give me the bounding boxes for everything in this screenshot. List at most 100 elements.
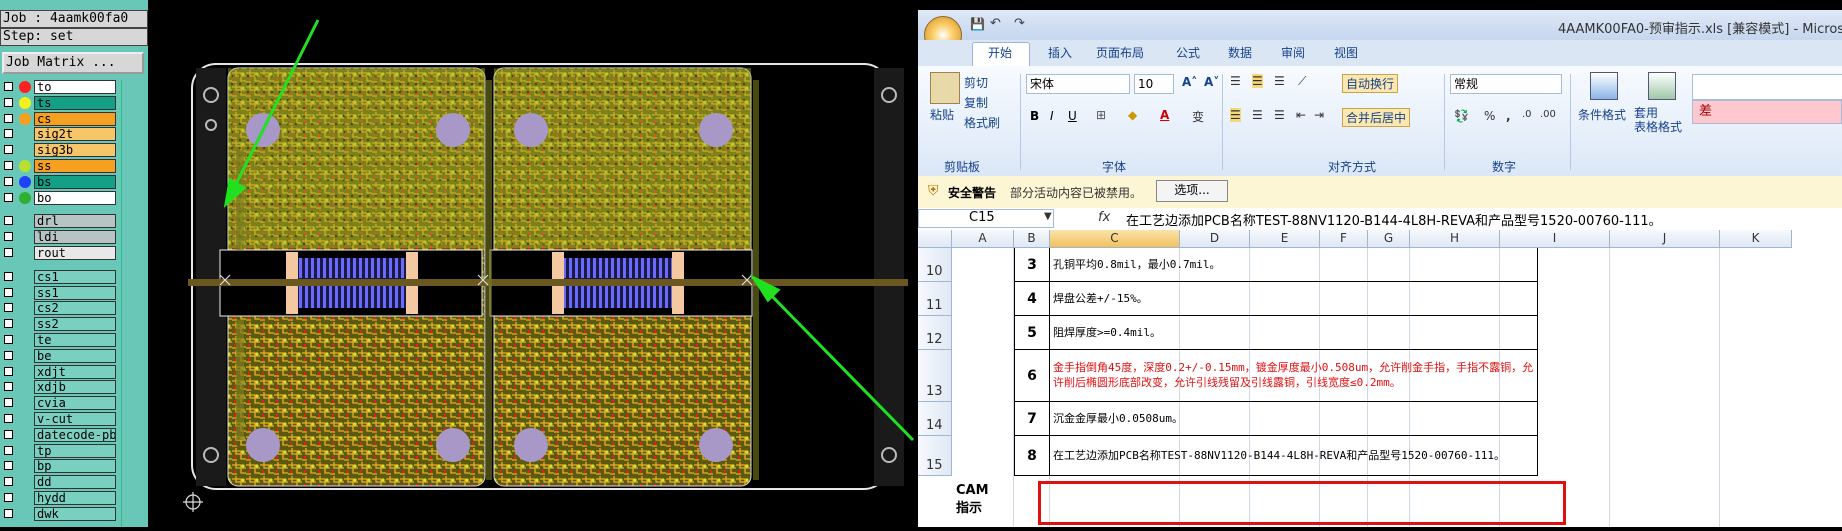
indent-decrease-icon[interactable]: ⇤ [1296,108,1306,122]
layer-checkbox[interactable] [4,508,13,518]
pcb-graphic-canvas[interactable] [148,0,918,527]
align-left-icon[interactable]: ☰ [1230,108,1241,122]
layer-row-ss1[interactable]: ss1 [0,285,118,301]
layer-row-bo[interactable]: bo [0,190,118,206]
instruction-text-cell[interactable]: 在工艺边添加PCB名称TEST-88NV1120-B144-4L8H-REVA和… [1050,436,1538,476]
layer-checkbox[interactable] [4,350,13,360]
layer-row-datecode-pbe[interactable]: datecode-pbe [0,427,118,443]
layer-row-dwk[interactable]: dwk [0,506,118,522]
item-number-cell[interactable]: 3 [1014,248,1050,282]
cell-style-bad[interactable]: 差 [1692,100,1842,124]
column-header-H[interactable]: H [1410,230,1500,248]
cell-style-normal[interactable] [1692,74,1842,100]
layer-checkbox[interactable] [4,319,13,329]
paste-button[interactable]: 粘贴 [930,106,954,123]
font-size-select[interactable]: 10 [1134,74,1174,94]
layer-checkbox[interactable] [4,493,13,502]
select-all-corner[interactable] [918,230,952,248]
layer-row-dd[interactable]: dd [0,475,118,490]
layer-row-xdjt[interactable]: xdjt [0,364,118,380]
layer-row-cs1[interactable]: cs1 [0,269,118,285]
italic-icon[interactable]: I [1050,109,1054,123]
align-center-icon[interactable]: ☰ [1252,108,1263,122]
tab-home[interactable]: 开始 [988,44,1012,61]
layer-row-rout[interactable]: rout [0,246,118,261]
format-painter-button[interactable]: 格式刷 [964,114,1000,131]
row-header[interactable]: 13 [918,350,952,402]
job-matrix-button[interactable]: Job Matrix ... [2,52,144,74]
tab-formulas[interactable]: 公式 [1176,44,1200,61]
conditional-format-icon[interactable] [1590,72,1618,100]
indent-increase-icon[interactable]: ⇥ [1314,108,1324,122]
align-top-icon[interactable]: ☰ [1230,74,1241,88]
format-as-table-icon[interactable] [1648,72,1676,100]
layer-row-tp[interactable]: tp [0,443,118,459]
align-right-icon[interactable]: ☰ [1274,108,1285,122]
conditional-format-button[interactable]: 条件格式 [1578,106,1626,123]
item-number-cell[interactable]: 5 [1014,316,1050,350]
layer-checkbox[interactable] [4,461,13,471]
font-color-icon[interactable]: A [1160,108,1169,122]
layer-checkbox[interactable] [4,335,13,344]
layer-checkbox[interactable] [4,382,13,392]
copy-button[interactable]: 复制 [964,94,988,111]
row-header[interactable]: 10 [918,248,952,282]
tab-data[interactable]: 数据 [1228,44,1252,61]
layer-checkbox[interactable] [4,366,13,376]
comma-icon[interactable]: , [1506,109,1511,123]
number-format-select[interactable]: 常规 [1450,74,1562,94]
orientation-icon[interactable]: ⟋ [1298,74,1306,89]
layer-checkbox[interactable] [4,232,13,242]
layer-checkbox[interactable] [4,248,13,257]
layer-checkbox[interactable] [4,287,13,297]
item-number-cell[interactable]: 6 [1014,350,1050,402]
layer-checkbox[interactable] [4,477,13,487]
column-header-A[interactable]: A [952,230,1014,248]
name-box[interactable]: C15 [918,209,1054,228]
accounting-icon[interactable]: 💱 [1454,109,1469,123]
column-header-C[interactable]: C [1050,230,1180,248]
align-bottom-icon[interactable]: ☰ [1274,74,1285,88]
layer-row-cs[interactable]: cs [0,111,118,127]
column-header-E[interactable]: E [1250,230,1320,248]
layer-row-ts[interactable]: ts [0,95,118,111]
insert-function-icon[interactable]: fx [1098,210,1110,225]
layer-checkbox[interactable] [4,445,13,455]
decrease-decimal-icon[interactable]: .00 [1540,109,1556,120]
layer-checkbox[interactable] [4,161,13,170]
layer-row-ss[interactable]: ss [0,159,118,174]
row-header[interactable]: 12 [918,316,952,350]
format-as-table-button[interactable]: 套用 表格格式 [1634,106,1682,134]
phonetic-icon[interactable]: 变 [1192,108,1204,125]
border-icon[interactable]: ⊞ [1096,108,1106,122]
paste-icon[interactable] [930,72,960,104]
merge-center-button[interactable]: 合并后居中 [1342,108,1411,127]
layer-row-to[interactable]: to [0,80,118,95]
layer-checkbox[interactable] [4,192,13,202]
row-header[interactable]: 15 [918,436,952,476]
percent-icon[interactable]: % [1484,109,1495,123]
item-number-cell[interactable]: 7 [1014,402,1050,436]
chevron-down-icon[interactable]: ▼ [1044,211,1052,222]
layer-checkbox[interactable] [4,271,13,281]
worksheet-grid[interactable]: ABCDEFGHIJK 10 3 孔铜平均0.8mil，最小0.7mil。 11 4 焊盘… [918,230,1842,527]
font-name-select[interactable]: 宋体 [1026,74,1130,94]
layer-checkbox[interactable] [4,216,13,226]
layer-row-sig2t[interactable]: sig2t [0,127,118,142]
undo-icon[interactable]: ↶ [990,16,1001,31]
layer-row-ss2[interactable]: ss2 [0,317,118,332]
grow-font-icon[interactable]: A˄ [1182,75,1197,89]
redo-icon[interactable]: ↷ [1014,16,1025,31]
column-header-J[interactable]: J [1610,230,1720,248]
layer-row-bp[interactable]: bp [0,459,118,474]
layer-row-bs[interactable]: bs [0,174,118,190]
bold-icon[interactable]: B [1030,109,1039,123]
tab-page-layout[interactable]: 页面布局 [1096,44,1144,61]
layer-row-sig3b[interactable]: sig3b [0,143,118,158]
column-header-I[interactable]: I [1500,230,1610,248]
layer-row-ldi[interactable]: ldi [0,230,118,245]
row-header[interactable]: 14 [918,402,952,436]
layer-checkbox[interactable] [4,145,13,155]
layer-checkbox[interactable] [4,303,13,313]
tab-view[interactable]: 视图 [1334,44,1358,61]
